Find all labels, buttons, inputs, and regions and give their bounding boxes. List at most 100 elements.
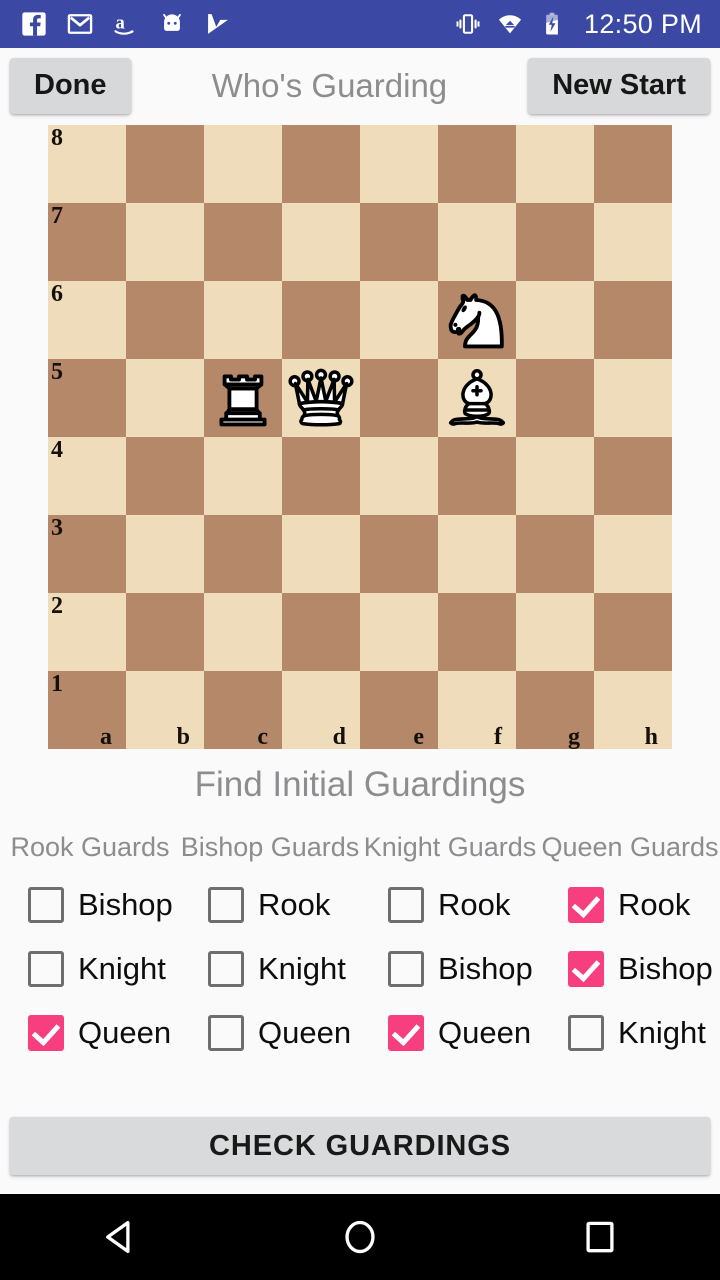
- board-square-c3[interactable]: [204, 515, 282, 593]
- board-square-d4[interactable]: [282, 437, 360, 515]
- piece-white-rook-c5[interactable]: [207, 362, 279, 434]
- new-start-button[interactable]: New Start: [528, 58, 710, 114]
- board-square-c1[interactable]: c: [204, 671, 282, 749]
- board-square-f2[interactable]: [438, 593, 516, 671]
- board-square-b4[interactable]: [126, 437, 204, 515]
- board-square-f7[interactable]: [438, 203, 516, 281]
- checkbox-unchecked-icon[interactable]: [208, 887, 244, 923]
- checkbox-unchecked-icon[interactable]: [388, 887, 424, 923]
- checkbox-row-rook-guards-knight[interactable]: Knight: [0, 937, 180, 1001]
- checkbox-row-rook-guards-bishop[interactable]: Bishop: [0, 873, 180, 937]
- board-square-d8[interactable]: [282, 125, 360, 203]
- board-square-a8[interactable]: 8: [48, 125, 126, 203]
- checkbox-row-knight-guards-bishop[interactable]: Bishop: [360, 937, 540, 1001]
- board-square-h6[interactable]: [594, 281, 672, 359]
- checkbox-row-rook-guards-queen[interactable]: Queen: [0, 1001, 180, 1065]
- board-square-c7[interactable]: [204, 203, 282, 281]
- board-square-a1[interactable]: 1a: [48, 671, 126, 749]
- checkbox-row-queen-guards-bishop[interactable]: Bishop: [540, 937, 720, 1001]
- board-square-a5[interactable]: 5: [48, 359, 126, 437]
- board-square-c4[interactable]: [204, 437, 282, 515]
- board-square-h2[interactable]: [594, 593, 672, 671]
- board-square-b2[interactable]: [126, 593, 204, 671]
- board-square-g2[interactable]: [516, 593, 594, 671]
- checkbox-unchecked-icon[interactable]: [568, 1015, 604, 1051]
- piece-white-knight-f6[interactable]: [441, 284, 513, 356]
- checkbox-checked-icon[interactable]: [28, 1015, 64, 1051]
- nav-home-button[interactable]: [300, 1194, 420, 1280]
- board-square-e3[interactable]: [360, 515, 438, 593]
- board-square-e7[interactable]: [360, 203, 438, 281]
- board-square-e1[interactable]: e: [360, 671, 438, 749]
- board-square-a7[interactable]: 7: [48, 203, 126, 281]
- board-square-b7[interactable]: [126, 203, 204, 281]
- guard-checkbox-grid[interactable]: Bishop Knight Queen Rook Knight Queen Rook Bish…: [0, 873, 720, 1065]
- board-square-g7[interactable]: [516, 203, 594, 281]
- board-square-c6[interactable]: [204, 281, 282, 359]
- checkbox-unchecked-icon[interactable]: [28, 887, 64, 923]
- board-square-f3[interactable]: [438, 515, 516, 593]
- board-square-d2[interactable]: [282, 593, 360, 671]
- checkbox-row-queen-guards-rook[interactable]: Rook: [540, 873, 720, 937]
- checkbox-row-bishop-guards-rook[interactable]: Rook: [180, 873, 360, 937]
- chessboard[interactable]: 87654321abcdefgh: [48, 125, 672, 750]
- board-square-f5[interactable]: [438, 359, 516, 437]
- checkbox-unchecked-icon[interactable]: [28, 951, 64, 987]
- board-square-g4[interactable]: [516, 437, 594, 515]
- board-square-h1[interactable]: h: [594, 671, 672, 749]
- nav-recents-button[interactable]: [540, 1194, 660, 1280]
- board-square-f1[interactable]: f: [438, 671, 516, 749]
- board-square-g5[interactable]: [516, 359, 594, 437]
- checkbox-checked-icon[interactable]: [568, 951, 604, 987]
- board-square-d5[interactable]: [282, 359, 360, 437]
- checkbox-unchecked-icon[interactable]: [208, 951, 244, 987]
- board-square-b3[interactable]: [126, 515, 204, 593]
- board-square-e5[interactable]: [360, 359, 438, 437]
- piece-white-queen-d5[interactable]: [285, 362, 357, 434]
- checkbox-checked-icon[interactable]: [388, 1015, 424, 1051]
- board-square-e8[interactable]: [360, 125, 438, 203]
- board-square-g3[interactable]: [516, 515, 594, 593]
- checkbox-row-knight-guards-rook[interactable]: Rook: [360, 873, 540, 937]
- board-square-h3[interactable]: [594, 515, 672, 593]
- checkbox-checked-icon[interactable]: [568, 887, 604, 923]
- board-square-h7[interactable]: [594, 203, 672, 281]
- board-square-d7[interactable]: [282, 203, 360, 281]
- board-square-b1[interactable]: b: [126, 671, 204, 749]
- board-square-b8[interactable]: [126, 125, 204, 203]
- board-square-e6[interactable]: [360, 281, 438, 359]
- board-square-c5[interactable]: [204, 359, 282, 437]
- checkbox-row-bishop-guards-knight[interactable]: Knight: [180, 937, 360, 1001]
- board-square-d3[interactable]: [282, 515, 360, 593]
- checkbox-row-bishop-guards-queen[interactable]: Queen: [180, 1001, 360, 1065]
- board-square-e4[interactable]: [360, 437, 438, 515]
- done-button[interactable]: Done: [10, 58, 131, 114]
- board-square-b5[interactable]: [126, 359, 204, 437]
- chessboard-grid[interactable]: 87654321abcdefgh: [48, 125, 672, 749]
- board-square-g1[interactable]: g: [516, 671, 594, 749]
- board-square-c8[interactable]: [204, 125, 282, 203]
- board-square-a6[interactable]: 6: [48, 281, 126, 359]
- board-square-f4[interactable]: [438, 437, 516, 515]
- board-square-a2[interactable]: 2: [48, 593, 126, 671]
- checkbox-row-queen-guards-knight[interactable]: Knight: [540, 1001, 720, 1065]
- board-square-f6[interactable]: [438, 281, 516, 359]
- board-square-h8[interactable]: [594, 125, 672, 203]
- board-square-b6[interactable]: [126, 281, 204, 359]
- nav-back-button[interactable]: [60, 1194, 180, 1280]
- board-square-d1[interactable]: d: [282, 671, 360, 749]
- piece-white-bishop-f5[interactable]: [441, 362, 513, 434]
- board-square-h5[interactable]: [594, 359, 672, 437]
- board-square-g6[interactable]: [516, 281, 594, 359]
- checkbox-row-knight-guards-queen[interactable]: Queen: [360, 1001, 540, 1065]
- check-guardings-button[interactable]: CHECK GUARDINGS: [10, 1117, 710, 1175]
- board-square-a4[interactable]: 4: [48, 437, 126, 515]
- checkbox-unchecked-icon[interactable]: [208, 1015, 244, 1051]
- board-square-h4[interactable]: [594, 437, 672, 515]
- board-square-g8[interactable]: [516, 125, 594, 203]
- board-square-c2[interactable]: [204, 593, 282, 671]
- board-square-f8[interactable]: [438, 125, 516, 203]
- board-square-a3[interactable]: 3: [48, 515, 126, 593]
- board-square-e2[interactable]: [360, 593, 438, 671]
- board-square-d6[interactable]: [282, 281, 360, 359]
